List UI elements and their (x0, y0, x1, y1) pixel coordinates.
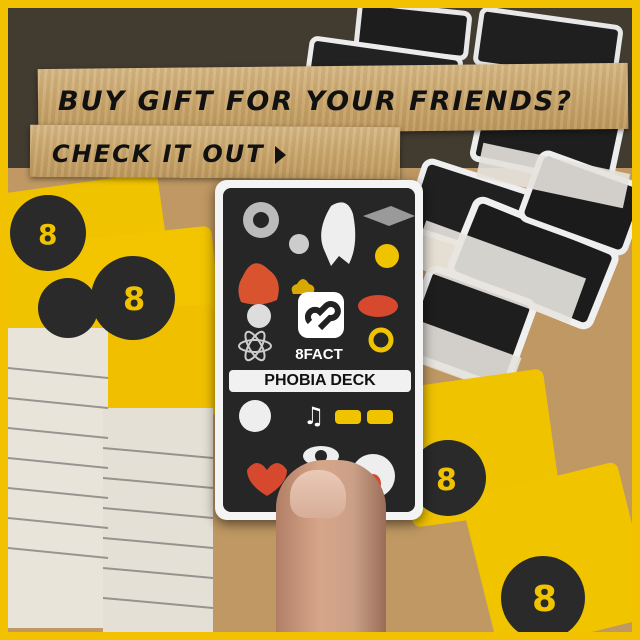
lips-icon (358, 295, 398, 317)
lightbulb-icon (375, 244, 399, 268)
infinity-logo-icon (304, 301, 341, 331)
glasses-icon (335, 410, 393, 424)
svg-text:8: 8 (38, 218, 57, 251)
graduation-cap-icon (363, 206, 415, 226)
brand-name: 8FACT (295, 346, 343, 363)
deck-title-banner: PHOBIA DECK (229, 370, 411, 392)
small-gear-icon (289, 234, 309, 254)
svg-text:8: 8 (123, 280, 145, 318)
skull-icon (239, 400, 271, 432)
gear-icon (243, 202, 279, 238)
clock-icon (247, 304, 271, 328)
ad-frame: 8 8 8 8 BUY GIFT FOR YOUR FRIENDS? CHECK… (0, 0, 640, 640)
check-it-out-link[interactable]: CHECK IT OUT (52, 140, 286, 168)
cta-label: CHECK IT OUT (52, 140, 265, 168)
headline-text: BUY GIFT FOR YOUR FRIENDS? (58, 86, 574, 117)
brand-logo (298, 292, 344, 338)
thumbnail (290, 470, 346, 518)
music-note-icon: ♫ (303, 402, 325, 430)
svg-text:8: 8 (532, 579, 557, 620)
blob-monster-icon (238, 263, 279, 305)
svg-text:8: 8 (436, 463, 457, 498)
ghost-icon (321, 202, 356, 266)
play-arrow-icon (274, 146, 286, 164)
